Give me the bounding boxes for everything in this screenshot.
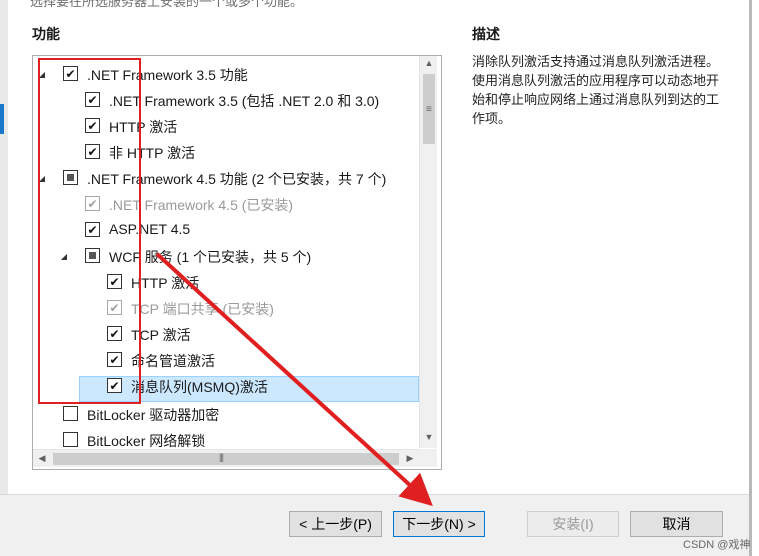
feature-label: BitLocker 驱动器加密 [87, 407, 220, 423]
scroll-up-icon[interactable]: ▲ [420, 58, 438, 68]
scrollbar-corner [419, 449, 437, 467]
feature-label: BitLocker 网络解锁 [87, 433, 206, 449]
feature-label: TCP 端口共享 (已安装) [131, 301, 274, 317]
description-text: 消除队列激活支持通过消息队列激活进程。使用消息队列激活的应用程序可以动态地开始和… [472, 54, 720, 126]
feature-label: 消息队列(MSMQ)激活 [131, 379, 268, 395]
annotation-highlight-box [38, 58, 141, 404]
horizontal-scrollbar[interactable]: ◀ ||| ▶ [33, 449, 419, 467]
left-nav-active-indicator [0, 104, 4, 134]
scroll-grip-icon: ≡ [426, 104, 432, 115]
scroll-left-icon[interactable]: ◀ [33, 453, 51, 464]
next-button[interactable]: 下一步(N) > [393, 511, 485, 537]
features-heading: 功能 [32, 26, 60, 42]
feature-label: 命名管道激活 [131, 353, 215, 369]
feature-checkbox[interactable] [63, 406, 78, 421]
install-button[interactable]: 安装(I) [527, 511, 619, 537]
scroll-down-icon[interactable]: ▼ [420, 432, 438, 442]
scroll-grip-icon: ||| [219, 452, 224, 462]
left-nav-strip [0, 0, 8, 556]
horizontal-scroll-thumb[interactable] [53, 453, 399, 465]
watermark: CSDN @戏神 [683, 539, 751, 551]
scroll-right-icon[interactable]: ▶ [401, 453, 419, 464]
vertical-scrollbar[interactable]: ▲ ≡ ▼ [419, 56, 437, 448]
previous-button[interactable]: < 上一步(P) [289, 511, 382, 537]
window-edge [749, 0, 752, 556]
instruction-text: 选择要在所选服务器上安装的一个或多个功能。 [30, 0, 304, 9]
feature-label: HTTP 激活 [131, 275, 200, 291]
description-heading: 描述 [472, 26, 500, 42]
feature-label: .NET Framework 3.5 (包括 .NET 2.0 和 3.0) [109, 93, 380, 109]
feature-checkbox[interactable] [63, 432, 78, 447]
cancel-button[interactable]: 取消 [630, 511, 723, 537]
tree-item[interactable]: BitLocker 驱动器加密 [33, 402, 423, 426]
